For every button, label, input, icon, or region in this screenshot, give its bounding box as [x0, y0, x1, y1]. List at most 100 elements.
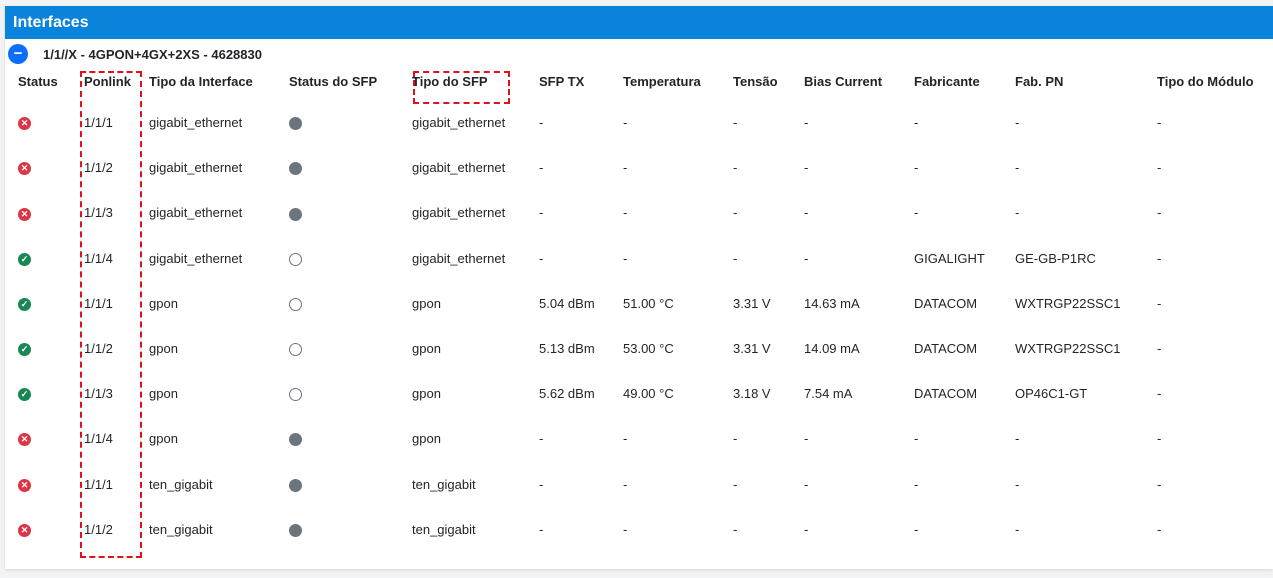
cell-fabricante: -	[914, 115, 919, 131]
cell-fabricante: -	[914, 160, 919, 176]
cell-tipo-modulo: -	[1157, 250, 1162, 266]
cell-tensao: 3.31 V	[733, 295, 771, 311]
table-row: ✕ 1/1/4 gpon gpon - - - - - - -	[0, 416, 1267, 461]
sfp-filled-circle-icon	[289, 433, 302, 447]
cell-fab-pn: WXTRGP22SSC1	[1015, 341, 1121, 357]
cell-fabricante: GIGALIGHT	[914, 250, 985, 266]
cell-status-sfp	[289, 236, 411, 281]
table-row: ✓ 1/1/1 gpon gpon 5.04 dBm 51.00 °C 3.31 V 14.6…	[0, 281, 1267, 326]
collapse-minus-icon[interactable]: −	[8, 44, 28, 64]
cell-fabricante: -	[914, 205, 919, 221]
col-header-fab-pn[interactable]: Fab. PN	[1015, 63, 1157, 100]
cell-temperatura: -	[623, 205, 628, 221]
cell-tensao: -	[733, 205, 738, 221]
cell-temperatura: -	[623, 250, 628, 266]
check-circle-icon: ✓	[18, 297, 31, 311]
cell-ponlink: 1/1/2	[84, 521, 113, 537]
cell-tipo-sfp: gigabit_ethernet	[412, 160, 506, 176]
cell-status-sfp	[289, 326, 411, 371]
cell-fabricante: DATACOM	[914, 295, 978, 311]
cell-ponlink: 1/1/1	[84, 115, 113, 131]
cell-sfp-tx: 5.13 dBm	[539, 341, 595, 357]
cell-tipo-sfp: gigabit_ethernet	[412, 205, 506, 221]
table-row: ✕ 1/1/2 gigabit_ethernet gigabit_ethernet - -…	[0, 145, 1267, 190]
sfp-empty-circle-icon	[289, 252, 302, 266]
cell-sfp-tx: -	[539, 431, 544, 447]
x-circle-icon: ✕	[18, 478, 31, 492]
col-header-sfp-tx[interactable]: SFP TX	[539, 63, 623, 100]
cell-fab-pn: -	[1015, 521, 1020, 537]
cell-tipo-sfp: gigabit_ethernet	[412, 250, 506, 266]
table-header-row: Status Ponlink Tipo da Interface Status …	[0, 63, 1267, 100]
cell-sfp-tx: -	[539, 160, 544, 176]
cell-ponlink: 1/1/2	[84, 341, 113, 357]
x-circle-icon: ✕	[18, 433, 31, 447]
cell-tensao: -	[733, 476, 738, 492]
cell-tipo-modulo: -	[1157, 341, 1162, 357]
cell-temperatura: 53.00 °C	[623, 341, 674, 357]
cell-temperatura: -	[623, 521, 628, 537]
col-header-tipo-interface[interactable]: Tipo da Interface	[149, 63, 289, 100]
cell-ponlink: 1/1/1	[84, 476, 113, 492]
col-header-status[interactable]: Status	[0, 63, 75, 100]
cell-fabricante: -	[914, 476, 919, 492]
cell-tipo-sfp: gpon	[412, 386, 441, 402]
sfp-filled-circle-icon	[289, 162, 302, 176]
cell-status: ✕	[0, 100, 75, 145]
x-circle-icon: ✕	[18, 207, 31, 221]
cell-tipo-modulo: -	[1157, 295, 1162, 311]
cell-tipo-interface: gpon	[149, 386, 178, 402]
group-title: 1/1//X - 4GPON+4GX+2XS - 4628830	[43, 46, 262, 62]
cell-tipo-interface: ten_gigabit	[149, 521, 213, 537]
cell-tipo-interface: gpon	[149, 341, 178, 357]
panel-title: Interfaces	[5, 6, 1273, 39]
cell-temperatura: -	[623, 431, 628, 447]
cell-fab-pn: -	[1015, 115, 1020, 131]
sfp-filled-circle-icon	[289, 478, 302, 492]
cell-sfp-tx: 5.62 dBm	[539, 386, 595, 402]
col-header-tipo-sfp[interactable]: Tipo do SFP	[411, 63, 539, 100]
table-row: ✓ 1/1/4 gigabit_ethernet gigabit_ethernet - -…	[0, 236, 1267, 281]
cell-temperatura: -	[623, 115, 628, 131]
col-header-ponlink[interactable]: Ponlink	[75, 63, 149, 100]
cell-tipo-modulo: -	[1157, 476, 1162, 492]
cell-status-sfp	[289, 416, 411, 461]
col-header-fabricante[interactable]: Fabricante	[914, 63, 1015, 100]
cell-tipo-modulo: -	[1157, 431, 1162, 447]
sfp-filled-circle-icon	[289, 207, 302, 221]
cell-tipo-sfp: gpon	[412, 295, 441, 311]
cell-tipo-modulo: -	[1157, 205, 1162, 221]
sfp-empty-circle-icon	[289, 343, 302, 357]
cell-status: ✕	[0, 507, 75, 552]
sfp-empty-circle-icon	[289, 297, 302, 311]
cell-fab-pn: WXTRGP22SSC1	[1015, 295, 1121, 311]
cell-fabricante: DATACOM	[914, 341, 978, 357]
cell-fabricante: -	[914, 521, 919, 537]
cell-sfp-tx: 5.04 dBm	[539, 295, 595, 311]
cell-status: ✓	[0, 326, 75, 371]
cell-bias-current: -	[804, 250, 809, 266]
cell-tipo-interface: gigabit_ethernet	[149, 250, 243, 266]
cell-status-sfp	[289, 507, 411, 552]
cell-tipo-sfp: gigabit_ethernet	[412, 115, 506, 131]
cell-temperatura: -	[623, 160, 628, 176]
cell-tensao: -	[733, 431, 738, 447]
table-row: ✓ 1/1/3 gpon gpon 5.62 dBm 49.00 °C 3.18 V 7.54…	[0, 371, 1267, 416]
cell-tipo-sfp: gpon	[412, 431, 441, 447]
cell-ponlink: 1/1/4	[84, 250, 113, 266]
col-header-bias-current[interactable]: Bias Current	[804, 63, 914, 100]
col-header-status-sfp[interactable]: Status do SFP	[289, 63, 411, 100]
col-header-tipo-modulo[interactable]: Tipo do Módulo	[1157, 63, 1267, 100]
cell-status: ✕	[0, 416, 75, 461]
cell-tensao: -	[733, 250, 738, 266]
cell-status-sfp	[289, 190, 411, 235]
table-row: ✕ 1/1/1 ten_gigabit ten_gigabit - - - - - - -	[0, 462, 1267, 507]
table-row: ✕ 1/1/2 ten_gigabit ten_gigabit - - - - - - -	[0, 507, 1267, 552]
cell-tensao: -	[733, 160, 738, 176]
cell-status-sfp	[289, 462, 411, 507]
col-header-temperatura[interactable]: Temperatura	[623, 63, 733, 100]
cell-status-sfp	[289, 281, 411, 326]
x-circle-icon: ✕	[18, 162, 31, 176]
col-header-tensao[interactable]: Tensão	[733, 63, 804, 100]
cell-temperatura: 49.00 °C	[623, 386, 674, 402]
